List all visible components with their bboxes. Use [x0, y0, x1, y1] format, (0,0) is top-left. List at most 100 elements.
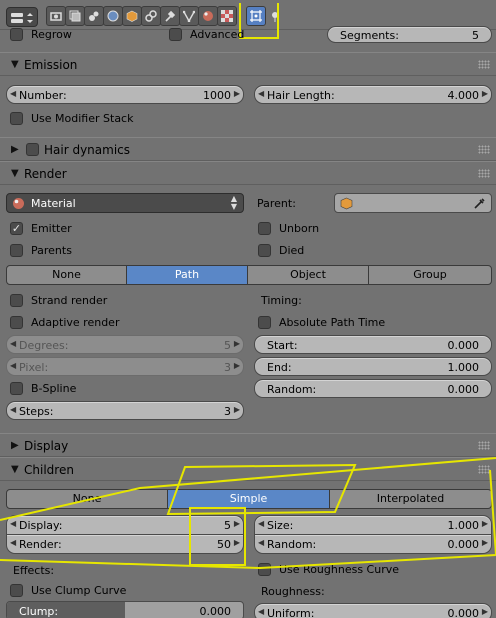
pixel-value: 3 — [224, 361, 231, 374]
parents-checkbox[interactable]: Parents — [10, 243, 210, 259]
increment-arrow-icon[interactable]: ▶ — [482, 538, 488, 547]
object-tab[interactable] — [122, 6, 142, 26]
roughness-label: Roughness: — [261, 585, 325, 598]
drag-grip-icon[interactable] — [478, 145, 490, 154]
decrement-arrow-icon[interactable]: ◀ — [10, 538, 16, 547]
drag-grip-icon[interactable] — [478, 465, 490, 474]
children-panel-header[interactable]: ▼ Children — [0, 457, 496, 481]
texture-tab[interactable] — [217, 6, 237, 26]
regrow-checkbox-box[interactable] — [10, 28, 23, 41]
render-type-dropdown[interactable]: Material ▲ ▼ — [6, 193, 244, 213]
children-mode-simple[interactable]: Simple — [167, 489, 330, 509]
updown-arrows-icon: ▲ ▼ — [230, 194, 237, 211]
child-render-field[interactable]: ◀ Render: 50 ▶ — [6, 534, 244, 554]
decrement-arrow-icon[interactable]: ◀ — [10, 519, 16, 528]
decrement-arrow-icon[interactable]: ◀ — [258, 607, 264, 616]
absolute-path-time-checkbox[interactable]: Absolute Path Time — [258, 315, 478, 331]
decrement-arrow-icon[interactable]: ◀ — [258, 519, 264, 528]
use-roughness-curve-checkbox[interactable]: Use Roughness Curve — [258, 562, 478, 578]
hair-dynamics-checkbox[interactable] — [26, 143, 39, 156]
increment-arrow-icon: ▶ — [233, 339, 240, 348]
increment-arrow-icon[interactable]: ▶ — [234, 89, 240, 98]
clump-slider[interactable]: Clump: 0.000 — [6, 601, 244, 618]
data-tab[interactable] — [179, 6, 199, 26]
render-as-path[interactable]: Path — [126, 265, 248, 285]
increment-arrow-icon[interactable]: ▶ — [234, 519, 240, 528]
use-clump-curve-checkbox[interactable]: Use Clump Curve — [10, 583, 210, 599]
drag-grip-icon[interactable] — [478, 60, 490, 69]
parents-checkbox-box[interactable] — [10, 244, 23, 257]
modifiers-tab[interactable] — [160, 6, 180, 26]
render-as-none[interactable]: None — [6, 265, 127, 285]
decrement-arrow-icon[interactable]: ◀ — [10, 405, 16, 414]
died-checkbox-box[interactable] — [258, 244, 271, 257]
decrement-arrow-icon[interactable]: ◀ — [258, 538, 264, 547]
hair-dynamics-panel-header[interactable]: ▶ Hair dynamics — [0, 137, 496, 161]
emission-title: Emission — [24, 58, 78, 72]
end-field[interactable]: End: 1.000 — [254, 357, 492, 376]
advanced-checkbox[interactable]: Advanced — [169, 27, 309, 43]
increment-arrow-icon[interactable]: ▶ — [482, 519, 488, 528]
expanded-triangle-icon: ▼ — [11, 59, 19, 70]
display-panel-header[interactable]: ▶ Display — [0, 433, 496, 457]
number-field[interactable]: ◀ Number: 1000 ▶ — [6, 85, 244, 104]
use-roughness-curve-box[interactable] — [258, 563, 271, 576]
render-as-object[interactable]: Object — [247, 265, 369, 285]
absolute-path-time-box[interactable] — [258, 316, 271, 329]
advanced-checkbox-box[interactable] — [169, 28, 182, 41]
child-display-field[interactable]: ◀ Display: 5 ▶ — [6, 515, 244, 535]
emitter-checkbox[interactable]: ✓ Emitter — [10, 221, 210, 237]
children-mode-interpolated[interactable]: Interpolated — [329, 489, 492, 509]
drag-grip-icon[interactable] — [478, 169, 490, 178]
render-layers-tab[interactable] — [65, 6, 85, 26]
child-random-field[interactable]: ◀ Random: 0.000 ▶ — [254, 534, 492, 554]
use-modifier-stack-checkbox[interactable]: Use Modifier Stack — [10, 111, 210, 127]
increment-arrow-icon[interactable]: ▶ — [234, 538, 240, 547]
strand-render-box[interactable] — [10, 294, 23, 307]
render-panel-header[interactable]: ▼ Render — [0, 161, 496, 185]
increment-arrow-icon[interactable]: ▶ — [482, 607, 488, 616]
regrow-checkbox[interactable]: Regrow — [10, 27, 150, 43]
absolute-path-time-label: Absolute Path Time — [279, 316, 386, 329]
children-mode-none[interactable]: None — [6, 489, 168, 509]
emitter-checkbox-box[interactable]: ✓ — [10, 222, 23, 235]
increment-arrow-icon[interactable]: ▶ — [482, 89, 488, 98]
child-size-field[interactable]: ◀ Size: 1.000 ▶ — [254, 515, 492, 535]
start-field[interactable]: Start: 0.000 — [254, 335, 492, 354]
world-tab[interactable] — [103, 6, 123, 26]
use-clump-curve-box[interactable] — [10, 584, 23, 597]
random-label: Random: — [267, 383, 317, 396]
strand-render-checkbox[interactable]: Strand render — [10, 293, 210, 309]
parent-field[interactable] — [334, 193, 492, 213]
physics-tab[interactable] — [265, 6, 283, 26]
bspline-checkbox[interactable]: B-Spline — [10, 381, 210, 397]
uniform-field[interactable]: ◀ Uniform: 0.000 ▶ — [254, 603, 492, 618]
random-timing-field[interactable]: Random: 0.000 — [254, 379, 492, 398]
unborn-checkbox-box[interactable] — [258, 222, 271, 235]
constraints-tab[interactable] — [141, 6, 161, 26]
adaptive-render-checkbox[interactable]: Adaptive render — [10, 315, 210, 331]
segments-field[interactable]: Segments: 5 — [327, 26, 492, 43]
steps-field[interactable]: ◀ Steps: 3 ▶ — [6, 401, 244, 420]
particles-tab[interactable] — [246, 6, 266, 26]
emission-panel-header[interactable]: ▼ Emission — [0, 52, 496, 76]
eyedropper-icon[interactable] — [473, 197, 486, 210]
scene-tab[interactable] — [84, 6, 104, 26]
pixel-label: Pixel: — [19, 361, 49, 374]
render-layers-icon — [69, 10, 81, 22]
adaptive-render-box[interactable] — [10, 316, 23, 329]
died-checkbox[interactable]: Died — [258, 243, 458, 259]
decrement-arrow-icon[interactable]: ◀ — [10, 89, 16, 98]
drag-grip-icon[interactable] — [478, 441, 490, 450]
increment-arrow-icon[interactable]: ▶ — [234, 405, 240, 414]
render-as-group[interactable]: Group — [368, 265, 492, 285]
material-tab[interactable] — [198, 6, 218, 26]
unborn-checkbox[interactable]: Unborn — [258, 221, 458, 237]
expanded-triangle-icon: ▼ — [11, 168, 19, 179]
bspline-box[interactable] — [10, 382, 23, 395]
editor-type-selector[interactable] — [6, 7, 38, 27]
render-tab[interactable] — [46, 6, 66, 26]
use-modifier-stack-box[interactable] — [10, 112, 23, 125]
decrement-arrow-icon[interactable]: ◀ — [258, 89, 264, 98]
hair-length-field[interactable]: ◀ Hair Length: 4.000 ▶ — [254, 85, 492, 104]
